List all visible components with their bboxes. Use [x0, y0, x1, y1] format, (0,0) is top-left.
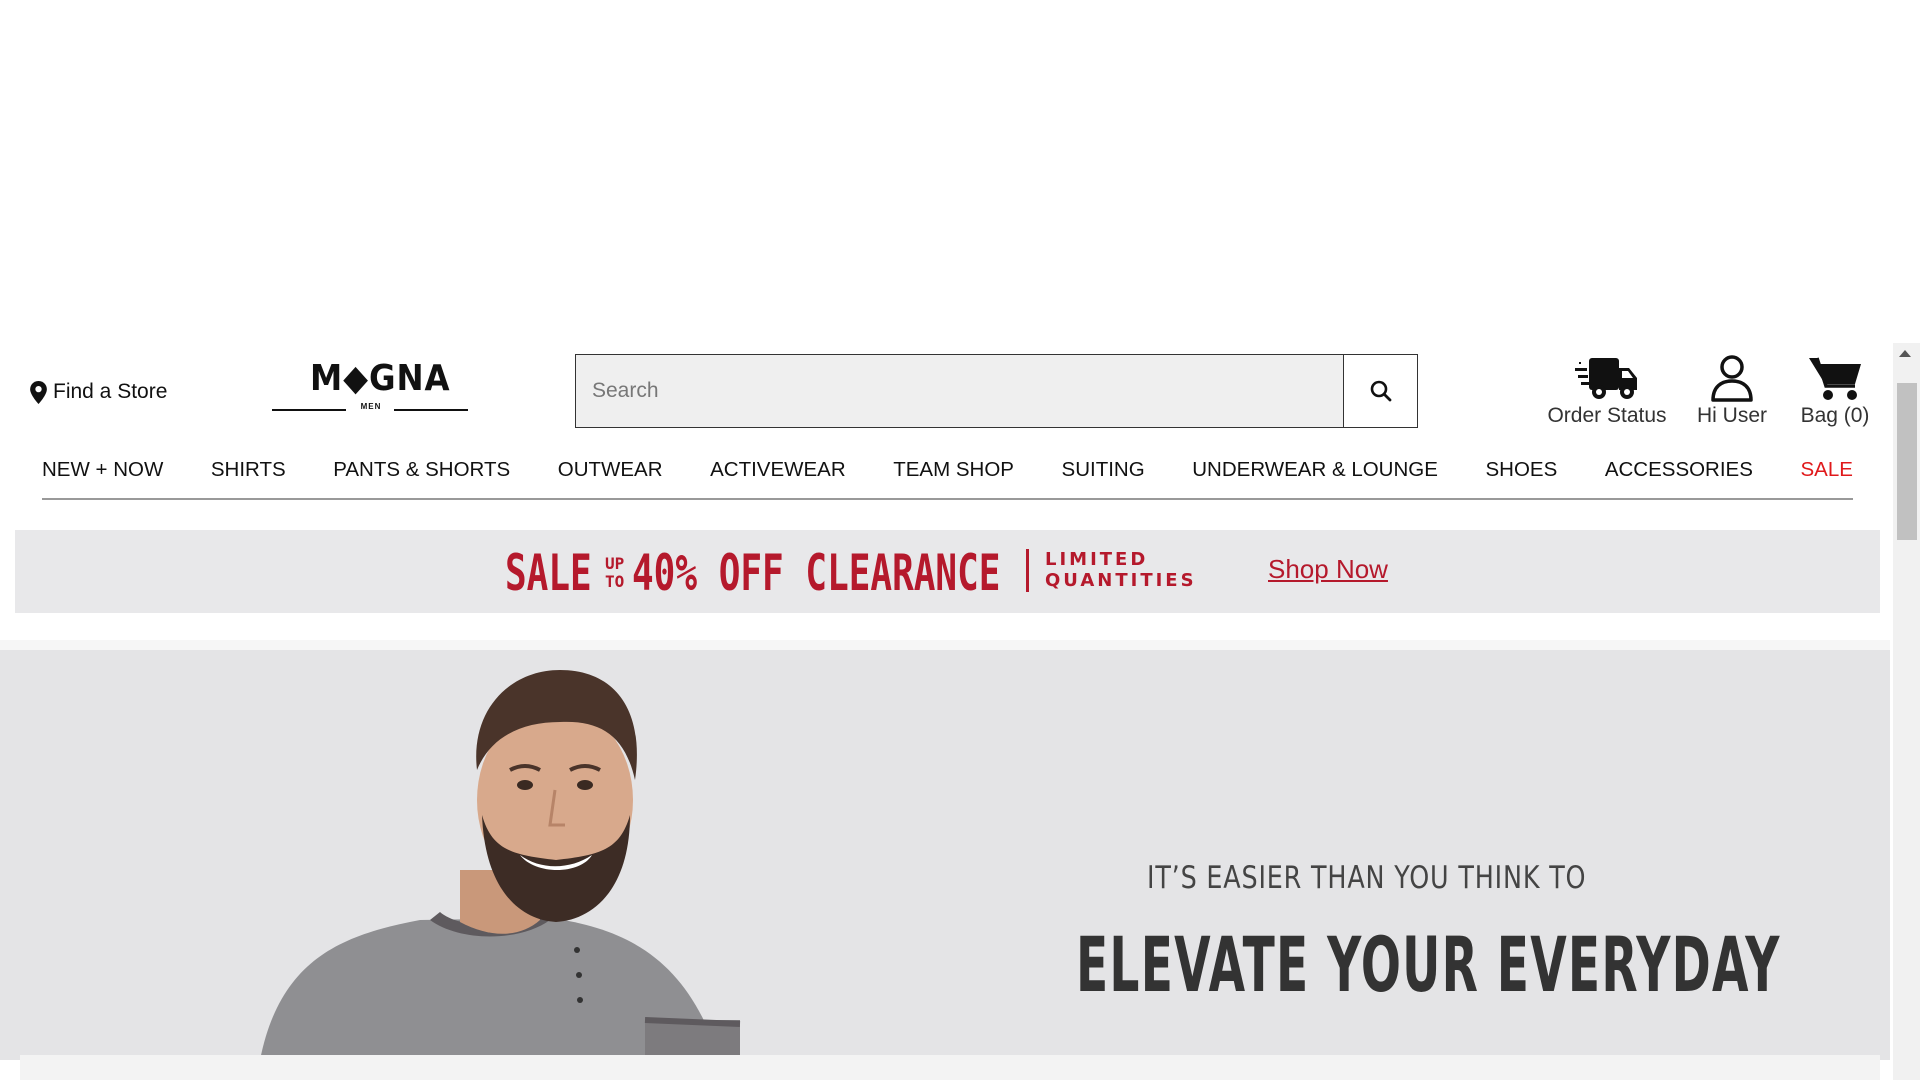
promo-up-to: UP TO [605, 555, 624, 591]
nav-item-shoes[interactable]: SHOES [1485, 458, 1557, 494]
logo-wordmark: M◆GNA [310, 358, 451, 399]
search-input[interactable] [576, 355, 1343, 427]
search-icon [1370, 380, 1391, 402]
nav-item-suiting[interactable]: SUITING [1062, 458, 1145, 494]
nav-item-shirts[interactable]: SHIRTS [211, 458, 286, 494]
user-icon [1711, 355, 1753, 402]
hero-eyebrow: IT’S EASIER THAN YOU THINK TO [1147, 860, 1587, 896]
find-store-link[interactable]: Find a Store [30, 378, 167, 406]
promo-offer: 40% OFF CLEARANCE [632, 544, 1001, 602]
promo-sale-word: SALE [505, 544, 592, 602]
hero-top-spacer [0, 640, 1890, 650]
nav-item-activewear[interactable]: ACTIVEWEAR [710, 458, 846, 494]
page: Find a Store M◆GNA MEN Search Order Stat… [0, 0, 1920, 1080]
main-nav: NEW + NOW SHIRTS PANTS & SHORTS OUTWEAR … [42, 454, 1853, 500]
user-greeting-label: Hi User [1696, 404, 1767, 427]
promo-banner[interactable]: SALE UP TO 40% OFF CLEARANCE [15, 530, 1880, 613]
promo-limited-line1: LIMITED [1045, 549, 1149, 570]
nav-item-pants-shorts[interactable]: PANTS & SHORTS [333, 458, 510, 494]
nav-item-sale[interactable]: SALE [1800, 458, 1852, 494]
nav-item-outwear[interactable]: OUTWEAR [558, 458, 663, 494]
order-status-label: Order Status [1547, 404, 1667, 427]
shopping-cart-icon [1809, 357, 1861, 400]
hero-bottom-strip [20, 1055, 1880, 1080]
logo-rule-left [272, 409, 346, 411]
brand-logo[interactable]: M◆GNA MEN [270, 358, 470, 414]
order-status-button[interactable]: Order Status [1540, 354, 1674, 428]
search-bar [575, 354, 1418, 428]
nav-item-new-now[interactable]: NEW + NOW [42, 458, 163, 494]
scrollbar-thumb[interactable] [1897, 383, 1917, 540]
promo-divider [1026, 549, 1029, 592]
find-store-label: Find a Store [53, 380, 168, 403]
promo-to: TO [605, 572, 625, 591]
promo-up: UP [605, 554, 625, 573]
account-button[interactable]: Hi User [1692, 354, 1772, 428]
promo-limited-line2: QUANTITIES [1045, 570, 1197, 591]
nav-item-underwear-lounge[interactable]: UNDERWEAR & LOUNGE [1192, 458, 1438, 494]
delivery-truck-icon [1575, 358, 1637, 399]
bag-label: Bag (0) [1800, 404, 1870, 427]
promo-limited-quantities: LIMITED QUANTITIES [1045, 549, 1197, 591]
bag-button[interactable]: Bag (0) [1790, 354, 1880, 428]
nav-item-team-shop[interactable]: TEAM SHOP [893, 458, 1014, 494]
top-blank-area [0, 0, 1920, 340]
map-pin-icon [30, 380, 47, 404]
logo-rule-right [394, 409, 468, 411]
logo-subtitle: MEN [360, 402, 382, 411]
hero-model-image [260, 670, 741, 1060]
scroll-up-arrow-icon[interactable] [1899, 350, 1911, 357]
promo-shop-now-link[interactable]: Shop Now [1268, 554, 1388, 585]
hero-title: ELEVATE YOUR EVERYDAY [1076, 920, 1781, 1009]
search-button[interactable] [1343, 355, 1417, 427]
nav-item-accessories[interactable]: ACCESSORIES [1605, 458, 1753, 494]
